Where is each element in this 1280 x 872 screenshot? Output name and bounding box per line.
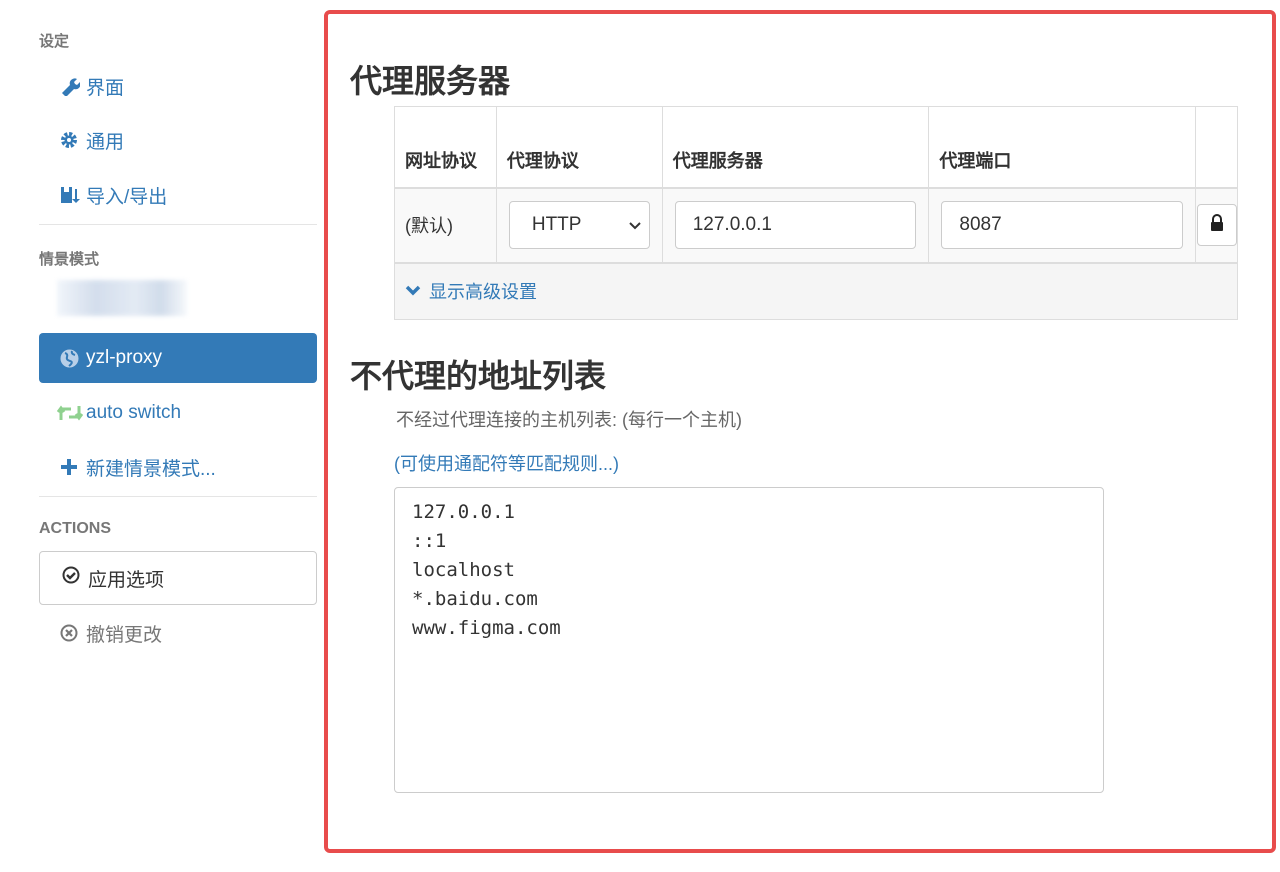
plus-icon [60,458,86,476]
profiles-header: 情景模式 [39,251,100,268]
show-advanced-link[interactable]: 显示高级设置 [405,278,537,304]
settings-header: 设定 [39,33,70,50]
proxy-port-input[interactable]: 8087 [941,201,1183,249]
proxy-table: 网址协议 代理协议 代理服务器 代理端口 (默认) HTTP 127.0.0.1… [394,106,1239,320]
profile-yzl-proxy[interactable]: yzl-proxy [39,333,317,383]
header-empty [1194,106,1239,188]
discard-label: 撤销更改 [86,624,163,646]
sidebar-item-interface[interactable]: 界面 [39,61,317,111]
bypass-description: 不经过代理连接的主机列表: (每行一个主机) [396,410,742,430]
apply-options-button[interactable]: 应用选项 [39,551,317,605]
lock-icon [1210,214,1224,236]
blurred-profile[interactable] [57,280,187,316]
sidebar-item-import-export[interactable]: 导入/导出 [39,170,317,220]
profile-auto-switch[interactable]: auto switch [39,388,317,438]
sidebar-item-label: auto switch [86,402,182,423]
wrench-icon [60,76,86,96]
header-protocol: 代理协议 [495,106,663,188]
proxy-server-input[interactable]: 127.0.0.1 [674,201,917,249]
sidebar-item-label: 通用 [86,131,125,153]
proxy-settings-panel: 代理服务器 网址协议 代理协议 代理服务器 代理端口 (默认) HTTP 127… [324,10,1276,853]
divider [39,224,317,225]
sidebar-item-label: 新建情景模式... [86,458,216,480]
chevron-down-icon [629,214,641,236]
wildcard-rules-link[interactable]: (可使用通配符等匹配规则...) [394,450,619,476]
header-port: 代理端口 [928,106,1196,188]
apply-label: 应用选项 [88,569,165,591]
bypass-list-textarea[interactable]: 127.0.0.1 ::1 localhost *.baidu.com www.… [394,487,1104,793]
sidebar-item-label: 导入/导出 [86,186,168,208]
auth-lock-button[interactable] [1196,204,1237,246]
globe-icon [60,349,86,368]
import-export-icon [60,185,86,205]
sidebar-item-label: yzl-proxy [86,347,163,368]
sidebar-item-label: 界面 [86,77,125,99]
protocol-value: HTTP [531,214,582,235]
scheme-cell: (默认) [394,186,497,263]
gear-icon [60,131,86,149]
divider [39,496,317,497]
bypass-list-title: 不代理的地址列表 [350,358,607,394]
actions-header: ACTIONS [39,520,111,537]
discard-changes-button[interactable]: 撤销更改 [39,608,317,658]
header-scheme: 网址协议 [394,106,497,188]
header-server: 代理服务器 [661,106,930,188]
retweet-icon [57,404,86,422]
protocol-select[interactable]: HTTP [508,201,650,249]
new-profile-button[interactable]: 新建情景模式... [39,442,317,492]
sidebar-item-general[interactable]: 通用 [39,115,317,165]
chevron-down-icon [405,281,421,302]
advanced-label: 显示高级设置 [429,282,537,303]
close-circle-icon [60,624,86,642]
check-circle-icon [62,566,88,590]
proxy-server-title: 代理服务器 [350,63,511,99]
